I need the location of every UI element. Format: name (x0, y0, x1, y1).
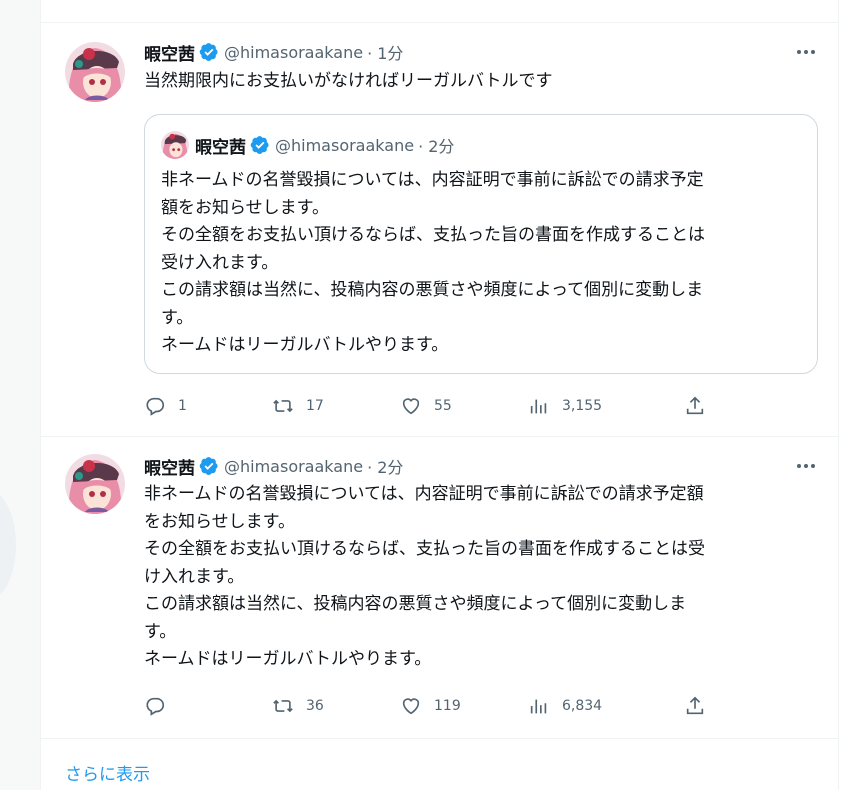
like-button[interactable]: 119 (400, 694, 461, 718)
reply-icon (146, 697, 165, 716)
tweet-time[interactable]: · 2分 (367, 454, 403, 478)
more-icon[interactable] (794, 42, 818, 62)
more-icon[interactable] (794, 456, 818, 476)
avatar[interactable] (65, 454, 125, 514)
views-button[interactable]: 6,834 (528, 694, 602, 718)
author-name[interactable]: 暇空茜 (144, 40, 195, 65)
verified-badge-icon (199, 456, 219, 476)
retweet-button[interactable]: 17 (272, 394, 324, 418)
like-button[interactable]: 55 (400, 394, 452, 418)
share-button[interactable] (684, 394, 706, 418)
quoted-avatar (161, 131, 189, 159)
views-button[interactable]: 3,155 (528, 394, 602, 418)
share-button[interactable] (684, 694, 706, 718)
retweet-icon (273, 699, 293, 713)
tweet-text: 当然期限内にお支払いがなければリーガルバトルです (144, 71, 553, 91)
quoted-author-handle: @himasoraakane (275, 135, 415, 155)
tweet-actions: 1 17 55 3,155 (144, 394, 818, 418)
previous-tweet-actions-cut (41, 0, 838, 23)
share-icon (686, 396, 704, 415)
show-more-link[interactable]: さらに表示 (65, 760, 150, 785)
like-count: 119 (434, 698, 461, 714)
tweet[interactable]: 暇空茜 @himasoraakane · 1分 当然期限内にお支払いがなければリ… (41, 22, 838, 437)
tweet-header: 暇空茜 @himasoraakane · 1分 (144, 40, 403, 65)
author-handle[interactable]: @himasoraakane (224, 43, 363, 62)
share-icon (686, 696, 704, 715)
tweet-actions: 36 119 6,834 (144, 694, 818, 718)
reply-button[interactable] (144, 694, 178, 718)
author-handle[interactable]: @himasoraakane (224, 457, 363, 476)
reply-count: 1 (178, 398, 187, 414)
quoted-header: 暇空茜 @himasoraakane · 2分 (195, 133, 455, 158)
retweet-button[interactable]: 36 (272, 694, 324, 718)
avatar[interactable] (65, 42, 125, 102)
quoted-text: 非ネームドの名誉毀損については、内容証明で事前に訴訟での請求予定 額をお知らせし… (161, 170, 705, 355)
quoted-author-name: 暇空茜 (195, 137, 246, 158)
tweet-time[interactable]: · 1分 (367, 40, 403, 64)
tweet-header: 暇空茜 @himasoraakane · 2分 (144, 454, 403, 479)
quoted-time: · 2分 (418, 137, 455, 156)
reply-button[interactable]: 1 (144, 394, 187, 418)
views-icon (530, 699, 547, 714)
like-icon (402, 698, 420, 715)
show-more-row[interactable]: さらに表示 (41, 738, 838, 791)
retweet-icon (273, 399, 293, 413)
like-count: 55 (434, 398, 452, 414)
tweet-text: 非ネームドの名誉毀損については、内容証明で事前に訴訟での請求予定額 をお知らせし… (144, 484, 705, 669)
left-sidebar-edge (0, 0, 40, 790)
verified-badge-icon (199, 42, 219, 62)
timeline-column: 暇空茜 @himasoraakane · 1分 当然期限内にお支払いがなければリ… (40, 0, 839, 790)
reply-icon (146, 397, 165, 416)
retweet-count: 36 (306, 698, 324, 714)
tweet[interactable]: 暇空茜 @himasoraakane · 2分 非ネームドの名誉毀損については、… (41, 436, 838, 739)
views-count: 3,155 (562, 398, 603, 414)
views-icon (530, 399, 547, 414)
right-sidebar-edge (839, 0, 862, 790)
author-name[interactable]: 暇空茜 (144, 454, 195, 479)
quoted-tweet[interactable]: 暇空茜 @himasoraakane · 2分 非ネームドの名誉毀損については、… (144, 114, 818, 374)
retweet-count: 17 (306, 398, 324, 414)
views-count: 6,834 (562, 698, 603, 714)
like-icon (402, 398, 420, 415)
verified-badge-icon (250, 135, 270, 155)
